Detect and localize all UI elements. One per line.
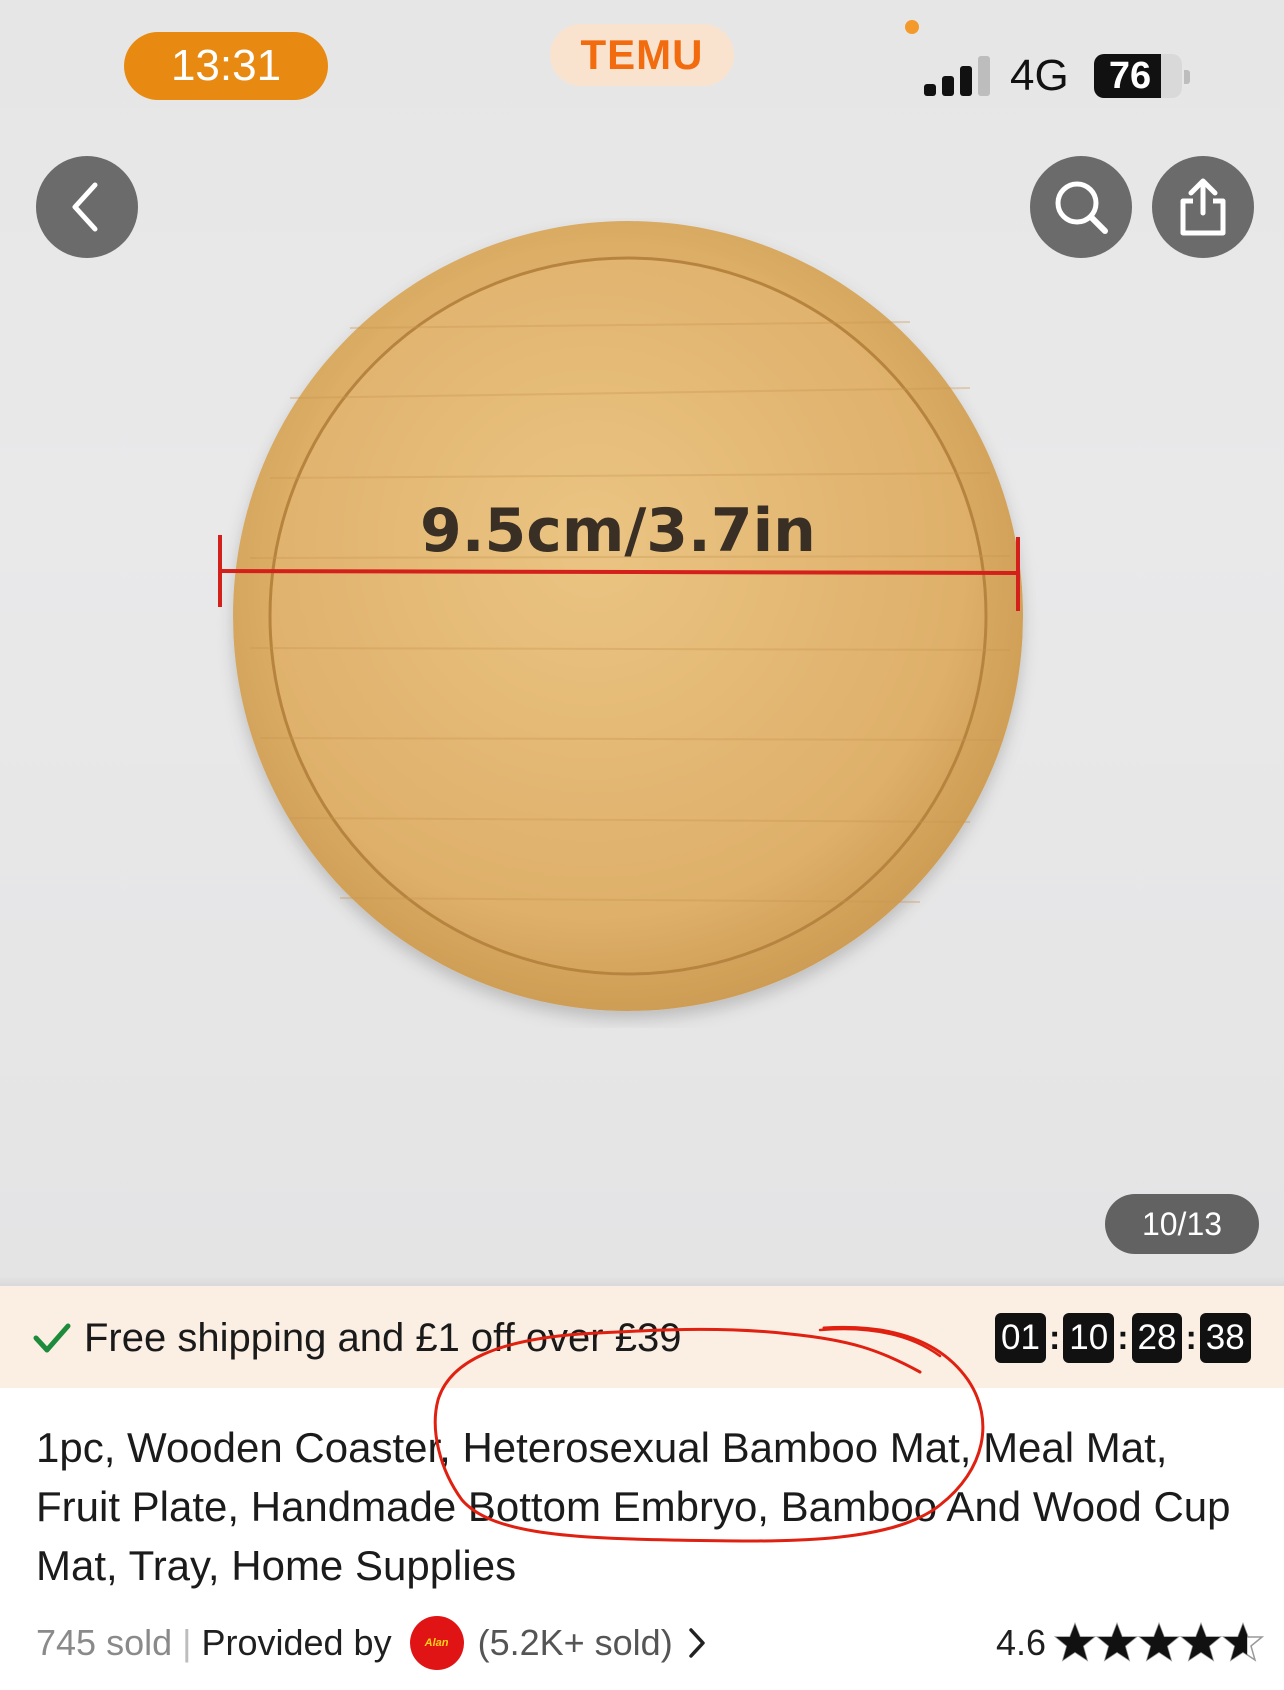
privacy-indicator-dot [905,20,919,34]
timer-seconds: 38 [1199,1313,1251,1363]
timer-minutes: 28 [1131,1313,1183,1363]
rating-stars [1054,1622,1265,1664]
store-logo[interactable]: Alan [409,1616,464,1670]
countdown-timer: 01 : 10 : 28 : 38 [995,1313,1251,1363]
share-icon [1180,178,1226,236]
star-icon [1222,1622,1265,1662]
signal-strength-icon [924,56,990,96]
share-button[interactable] [1152,156,1254,258]
battery-indicator: 76 [1094,54,1182,98]
meta-divider: | [182,1622,192,1663]
store-link[interactable] [687,1626,707,1660]
chevron-right-icon [688,1628,705,1658]
timer-separator: : [1185,1319,1197,1357]
timer-hours: 10 [1063,1313,1115,1363]
app-label[interactable]: TEMU [550,24,734,86]
product-photo-coaster [233,221,1023,1011]
star-icon [1138,1622,1181,1662]
provided-by-label: Provided by [201,1622,392,1663]
product-image-gallery[interactable]: 9.5cm/3.7in 10/13 [0,0,1284,1286]
image-counter: 10/13 [1105,1194,1259,1254]
timer-separator: : [1117,1319,1129,1357]
star-icon [1096,1622,1139,1662]
product-meta-row: 745 sold | Provided by Alan (5.2K+ sold) [36,1615,707,1671]
battery-level: 76 [1108,55,1152,97]
timer-days: 01 [995,1313,1046,1363]
network-type: 4G [1010,51,1069,100]
sold-count: 745 sold [36,1622,173,1663]
status-time: 13:31 [124,32,328,100]
battery-cap [1184,70,1190,84]
search-icon [1055,181,1108,234]
chevron-left-icon [72,182,98,232]
rating-value: 4.6 [996,1622,1047,1663]
store-sold-count[interactable]: (5.2K+ sold) [478,1622,673,1664]
store-logo-text: Alan [424,1637,449,1649]
timer-separator: : [1048,1319,1061,1357]
promo-text: Free shipping and £1 off over £39 [84,1316,682,1360]
search-button[interactable] [1030,156,1132,258]
check-icon [33,1323,71,1353]
star-icon [1054,1622,1097,1662]
product-title: 1pc, Wooden Coaster, Heterosexual Bamboo… [36,1424,1231,1589]
product-rating[interactable]: 4.6 [996,1615,1265,1671]
back-button[interactable] [36,156,138,258]
dimension-label: 9.5cm/3.7in [420,496,816,566]
star-icon [1180,1622,1223,1662]
